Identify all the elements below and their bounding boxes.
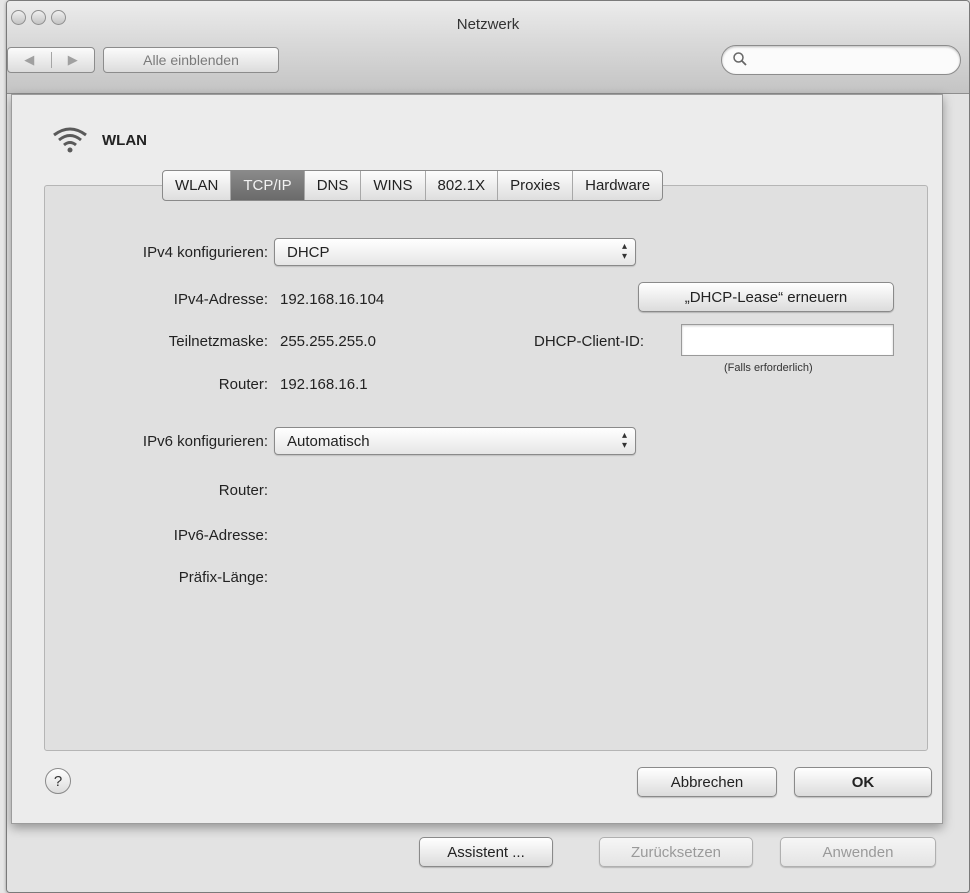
tab-wins[interactable]: WINS [360,171,424,200]
help-button[interactable]: ? [45,768,71,794]
service-header: WLAN [50,125,147,155]
tab-dns[interactable]: DNS [303,171,361,200]
advanced-settings-sheet: WLAN WLAN TCP/IP DNS WINS 802.1X Proxies… [11,94,943,824]
back-forward-control[interactable]: ◀ ▶ [7,47,95,73]
ipv4-address-label: IPv4-Adresse: [173,291,268,308]
tab-hardware[interactable]: Hardware [572,171,662,200]
ipv6-configure-label: IPv6 konfigurieren: [142,433,268,450]
show-all-button[interactable]: Alle einblenden [103,47,279,73]
ipv6-configure-popup[interactable]: Automatisch ▴ ▾ [274,427,636,455]
ipv4-router-value: 192.168.16.1 [280,376,368,393]
tab-bar: WLAN TCP/IP DNS WINS 802.1X Proxies Hard… [162,170,664,201]
ipv4-configure-label: IPv4 konfigurieren: [142,244,268,261]
network-preferences-window: Netzwerk ◀ ▶ Alle einblenden WLAN WLAN T… [6,0,970,893]
tab-wlan[interactable]: WLAN [163,171,230,200]
ipv6-configure-value: Automatisch [287,433,370,450]
dhcp-client-id-field[interactable] [681,324,894,356]
ipv4-router-label: Router: [218,376,268,393]
subnet-mask-label: Teilnetzmaske: [168,333,268,350]
service-name: WLAN [102,131,147,149]
dhcp-client-id-label: DHCP-Client-ID: [533,333,644,350]
dhcp-client-id-hint: (Falls erforderlich) [724,362,813,374]
ipv4-address-value: 192.168.16.104 [280,291,385,308]
popup-arrows-icon: ▴ ▾ [621,241,627,262]
ipv4-configure-popup[interactable]: DHCP ▴ ▾ [274,238,636,266]
tab-8021x[interactable]: 802.1X [424,171,498,200]
ok-button[interactable]: OK [794,767,932,797]
ipv6-address-label: IPv6-Adresse: [173,527,268,544]
window-title: Netzwerk [456,16,520,33]
revert-button[interactable]: Zurücksetzen [599,837,753,867]
title-bar: Netzwerk ◀ ▶ Alle einblenden [7,1,969,94]
tab-proxies[interactable]: Proxies [497,171,572,200]
assistant-button[interactable]: Assistent ... [419,837,553,867]
forward-arrow-icon[interactable]: ▶ [50,52,95,68]
wifi-icon [53,127,87,153]
tab-tcpip[interactable]: TCP/IP [230,171,304,200]
prefix-length-label: Präfix-Länge: [178,569,268,586]
search-field[interactable] [721,45,961,75]
ipv6-router-label: Router: [218,482,268,499]
back-arrow-icon[interactable]: ◀ [8,52,51,68]
renew-dhcp-lease-button[interactable]: „DHCP-Lease“ erneuern [638,282,894,312]
search-icon [733,52,747,66]
apply-button[interactable]: Anwenden [780,837,936,867]
subnet-mask-value: 255.255.255.0 [280,333,376,350]
ipv4-configure-value: DHCP [287,244,330,261]
tcpip-panel [44,185,928,751]
cancel-button[interactable]: Abbrechen [637,767,777,797]
popup-arrows-icon: ▴ ▾ [621,430,627,451]
